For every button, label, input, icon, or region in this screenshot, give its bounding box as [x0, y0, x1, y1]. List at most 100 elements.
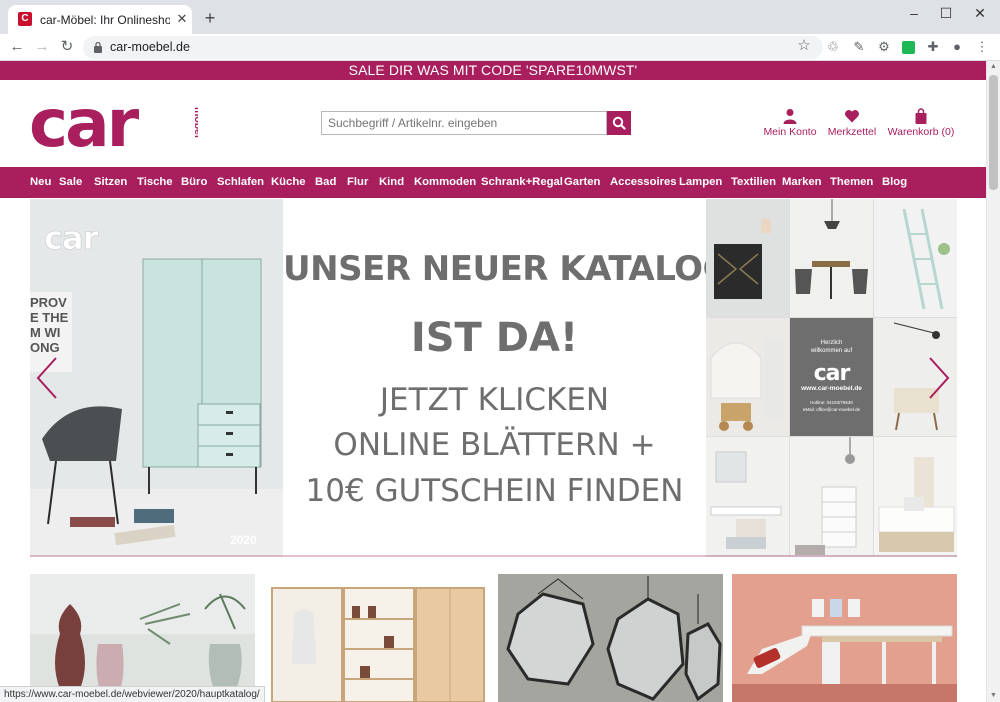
more-menu-icon[interactable]: ⋮ [973, 38, 991, 56]
recycle-extension-icon[interactable]: ♲ [824, 38, 842, 56]
nav-item-sitzen[interactable]: Sitzen [94, 167, 127, 198]
minimize-icon[interactable]: – [902, 4, 926, 22]
collage-image [874, 199, 957, 317]
nav-item-blog[interactable]: Blog [882, 167, 907, 198]
promo-bar[interactable]: SALE DIR WAS MIT CODE 'SPARE10MWST' [0, 61, 986, 80]
wishlist-label: Merkzettel [827, 126, 877, 138]
forward-icon[interactable]: → [32, 37, 52, 57]
reload-icon[interactable]: ↻ [57, 37, 77, 57]
hero-line-1: JETZT KLICKEN [379, 382, 610, 418]
svg-text:car: car [814, 361, 851, 386]
tile-image-vases [30, 574, 255, 702]
svg-text:Herzlich: Herzlich [821, 340, 843, 346]
slider-prev-arrow-icon[interactable] [34, 356, 60, 400]
slider-indicator-line [30, 555, 957, 557]
catalog-cover-image: car PROV E THE M WI ONG 2020 [30, 199, 283, 557]
page-scrollbar[interactable]: ▲ ▼ [986, 61, 1000, 702]
pen-extension-icon[interactable]: ✎ [850, 38, 868, 56]
tile-image-shelves [264, 574, 489, 702]
profile-avatar-icon[interactable]: ● [948, 38, 966, 56]
shopping-bag-icon [915, 108, 927, 124]
nav-item-buero[interactable]: Büro [181, 167, 207, 198]
catalog-cover-illustration: car PROV E THE M WI ONG 2020 [30, 199, 283, 557]
close-window-icon[interactable]: ✕ [968, 4, 992, 22]
cart-link[interactable]: Warenkorb (0) [886, 108, 956, 138]
scroll-down-icon[interactable]: ▼ [987, 690, 1000, 702]
svg-text:car: car [44, 219, 99, 257]
category-tile-spiegel[interactable] [498, 574, 723, 702]
collage-image [706, 437, 789, 555]
nav-item-sale[interactable]: Sale [59, 167, 82, 198]
url-text: car-moebel.de [110, 40, 190, 54]
search-button[interactable] [607, 111, 631, 135]
hero-text-panel[interactable]: UNSER NEUER KATALOG IST DA! JETZT KLICKE… [283, 199, 730, 557]
browser-tab-strip: C car-Möbel: Ihr Onlineshop für M ✕ + – … [0, 0, 1000, 34]
collage-image [874, 437, 957, 555]
slider-next-arrow-icon[interactable] [926, 356, 952, 400]
scroll-thumb[interactable] [989, 75, 998, 190]
nav-item-schrank-regal[interactable]: Schrank+Regal [481, 167, 563, 198]
puzzle-extensions-icon[interactable]: ✚ [924, 38, 942, 56]
svg-text:www.car-moebel.de: www.car-moebel.de [800, 385, 862, 392]
gear-extension-icon[interactable]: ⚙ [875, 38, 893, 56]
web-page: SALE DIR WAS MIT CODE 'SPARE10MWST' car … [0, 61, 986, 702]
svg-text:willkommen auf: willkommen auf [810, 348, 853, 354]
nav-item-kind[interactable]: Kind [379, 167, 404, 198]
tile-image-kids-table [732, 574, 957, 702]
nav-item-textilien[interactable]: Textilien [731, 167, 776, 198]
hero-line-2: ONLINE BLÄTTERN + [333, 427, 656, 463]
hero-headline-2: IST DA! [410, 315, 579, 361]
cart-label: Warenkorb (0) [887, 126, 955, 138]
heart-icon [845, 110, 859, 123]
nav-item-kommoden[interactable]: Kommoden [414, 167, 476, 198]
search-icon [612, 116, 626, 130]
collage-image [790, 199, 873, 317]
logo-sub-text: möbel [192, 107, 198, 138]
close-tab-icon[interactable]: ✕ [174, 11, 190, 27]
hero-slider[interactable]: car PROV E THE M WI ONG 2020 UNSER NEUER… [30, 199, 957, 557]
category-tile-schrank-regal[interactable] [264, 574, 489, 702]
nav-item-themen[interactable]: Themen [830, 167, 873, 198]
category-tile-accessoires[interactable] [30, 574, 255, 702]
new-tab-icon[interactable]: + [200, 9, 220, 29]
browser-toolbar: ← → ↻ car-moebel.de ☆ ♲ ✎ ⚙ ✚ ● ⋮ [0, 34, 1000, 61]
user-icon [783, 109, 797, 124]
main-navigation: Neu Sale Sitzen Tische Büro Schlafen Küc… [0, 167, 986, 198]
nav-item-garten[interactable]: Garten [564, 167, 600, 198]
nav-item-kueche[interactable]: Küche [271, 167, 306, 198]
catalog-card: Herzlich willkommen auf car www.car-moeb… [790, 318, 873, 436]
search-input[interactable] [321, 111, 607, 135]
logo-word: car [29, 85, 139, 162]
address-bar[interactable]: car-moebel.de [83, 36, 823, 59]
lock-icon [94, 41, 102, 53]
collage-image [706, 318, 789, 436]
hero-line-3: 10€ GUTSCHEIN FINDEN [305, 473, 684, 509]
account-link[interactable]: Mein Konto [760, 108, 820, 138]
scroll-up-icon[interactable]: ▲ [987, 61, 1000, 73]
collage-image [706, 199, 789, 317]
nav-item-accessoires[interactable]: Accessoires [610, 167, 677, 198]
nav-item-bad[interactable]: Bad [315, 167, 336, 198]
nav-item-flur[interactable]: Flur [347, 167, 368, 198]
maximize-icon[interactable]: ☐ [934, 4, 958, 22]
nav-item-neu[interactable]: Neu [30, 167, 51, 198]
hero-headline-1: UNSER NEUER KATALOG [283, 249, 730, 289]
browser-tab[interactable]: C car-Möbel: Ihr Onlineshop für M ✕ [8, 5, 192, 34]
catalog-collage: Herzlich willkommen auf car www.car-moeb… [706, 199, 957, 557]
tab-title: car-Möbel: Ihr Onlineshop für M [40, 13, 170, 27]
svg-text:2020: 2020 [230, 533, 257, 547]
svg-text:möbel: möbel [192, 107, 198, 138]
wishlist-link[interactable]: Merkzettel [826, 108, 878, 138]
nav-item-marken[interactable]: Marken [782, 167, 822, 198]
category-tile-kind[interactable] [732, 574, 957, 702]
tile-image-mirrors [498, 574, 723, 702]
nav-item-schlafen[interactable]: Schlafen [217, 167, 264, 198]
nav-item-tische[interactable]: Tische [137, 167, 173, 198]
bookmark-star-icon[interactable]: ☆ [795, 37, 813, 55]
status-bar-url: https://www.car-moebel.de/webviewer/2020… [0, 686, 265, 702]
svg-text:eMail: office@car-moebel.de: eMail: office@car-moebel.de [803, 407, 861, 412]
back-icon[interactable]: ← [7, 37, 27, 57]
account-label: Mein Konto [763, 126, 817, 138]
nav-item-lampen[interactable]: Lampen [679, 167, 722, 198]
green-extension-icon[interactable] [902, 41, 915, 54]
